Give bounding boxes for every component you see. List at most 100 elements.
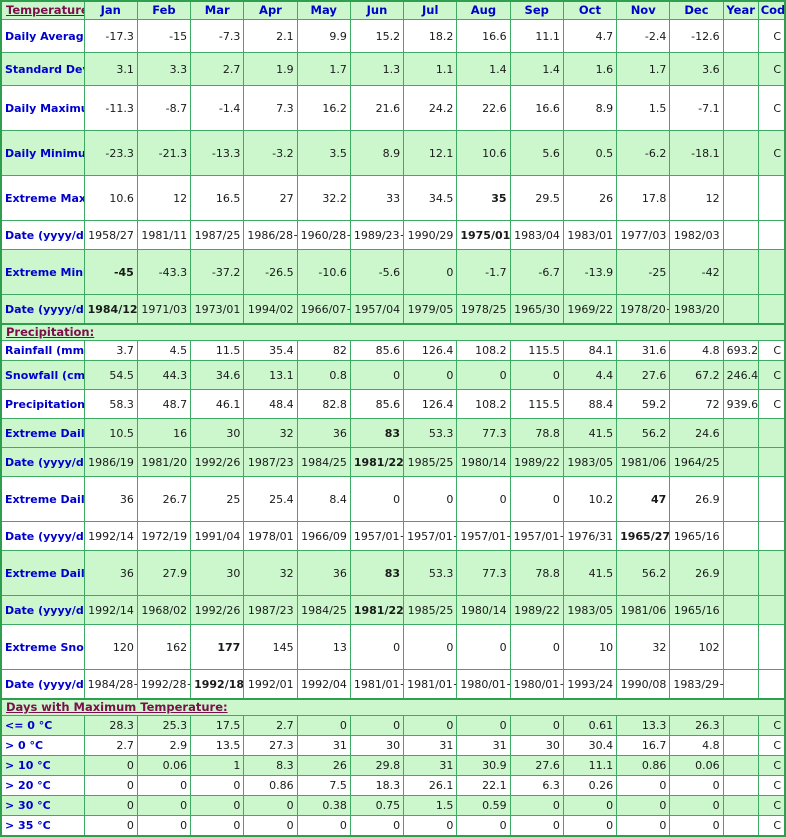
cell-extreme-daily-rainfall-nov: 56.2 bbox=[616, 418, 671, 448]
cell-days-gt-30-year bbox=[722, 795, 759, 816]
cell-extreme-daily-snowfall-date-jul: 1957/01+ bbox=[403, 521, 458, 551]
cell-extreme-maximum-jun: 33 bbox=[349, 175, 405, 221]
cell-days-gt-35-code: C bbox=[757, 815, 786, 837]
cell-extreme-snow-depth-dec: 102 bbox=[669, 624, 724, 670]
cell-days-le-0-feb: 25.3 bbox=[136, 715, 192, 736]
cell-extreme-daily-precipitation-sep: 78.8 bbox=[509, 550, 564, 596]
column-header-jan: Jan bbox=[83, 0, 138, 20]
cell-days-gt-10-aug: 30.9 bbox=[456, 755, 511, 776]
cell-extreme-snow-depth-date-year bbox=[722, 669, 759, 700]
cell-precipitation-total-jan: 58.3 bbox=[83, 389, 138, 419]
cell-standard-deviation-year bbox=[722, 52, 759, 86]
cell-extreme-daily-snowfall-date-apr: 1978/01 bbox=[243, 521, 298, 551]
cell-extreme-snow-depth-jun: 0 bbox=[349, 624, 405, 670]
cell-standard-deviation-may: 1.7 bbox=[296, 52, 351, 86]
cell-days-gt-30-nov: 0 bbox=[616, 795, 671, 816]
section-days-with-maximum-temperature: Days with Maximum Temperature: bbox=[0, 698, 786, 716]
cell-extreme-snow-depth-date-jun: 1981/01+ bbox=[349, 669, 405, 700]
cell-days-gt-20-jan: 0 bbox=[83, 775, 138, 796]
cell-daily-maximum-oct: 8.9 bbox=[562, 85, 618, 131]
cell-extreme-maximum-date-jul: 1990/29 bbox=[403, 220, 458, 250]
cell-rainfall-jun: 85.6 bbox=[349, 340, 405, 361]
cell-extreme-maximum-may: 32.2 bbox=[296, 175, 351, 221]
cell-extreme-minimum-date-feb: 1971/03 bbox=[136, 294, 192, 325]
column-header-sep: Sep bbox=[509, 0, 564, 20]
cell-extreme-daily-snowfall-aug: 0 bbox=[456, 476, 511, 522]
cell-days-gt-0-aug: 31 bbox=[456, 735, 511, 756]
column-header-mar: Mar bbox=[190, 0, 245, 20]
cell-daily-minimum-jan: -23.3 bbox=[83, 130, 138, 176]
cell-extreme-daily-precipitation-date-may: 1984/25 bbox=[296, 595, 351, 625]
cell-extreme-daily-snowfall-nov: 47 bbox=[616, 476, 671, 522]
cell-extreme-maximum-date-jun: 1989/23+ bbox=[349, 220, 405, 250]
cell-extreme-daily-rainfall-sep: 78.8 bbox=[509, 418, 564, 448]
cell-days-gt-35-aug: 0 bbox=[456, 815, 511, 837]
cell-extreme-snow-depth-jul: 0 bbox=[403, 624, 458, 670]
cell-days-gt-20-aug: 22.1 bbox=[456, 775, 511, 796]
cell-days-gt-20-jul: 26.1 bbox=[403, 775, 458, 796]
cell-days-gt-30-aug: 0.59 bbox=[456, 795, 511, 816]
cell-extreme-minimum-date-may: 1966/07+ bbox=[296, 294, 351, 325]
cell-extreme-daily-rainfall-date-sep: 1989/22 bbox=[509, 447, 564, 477]
cell-snowfall-aug: 0 bbox=[456, 360, 511, 390]
cell-daily-average-jul: 18.2 bbox=[403, 19, 458, 53]
cell-extreme-snow-depth-mar: 177 bbox=[190, 624, 245, 670]
column-header-feb: Feb bbox=[136, 0, 192, 20]
cell-days-le-0-apr: 2.7 bbox=[243, 715, 298, 736]
table-row: > 20 °C 0 0 0 0.86 7.5 18.3 26.1 22.1 6.3 0.26 0 0 C bbox=[0, 775, 786, 796]
cell-extreme-daily-snowfall-date-oct: 1976/31 bbox=[562, 521, 618, 551]
cell-rainfall-aug: 108.2 bbox=[456, 340, 511, 361]
cell-days-gt-20-jun: 18.3 bbox=[349, 775, 405, 796]
cell-extreme-daily-rainfall-jul: 53.3 bbox=[403, 418, 458, 448]
cell-extreme-daily-precipitation-feb: 27.9 bbox=[136, 550, 192, 596]
table-row: Daily Minimum (°C)-23.3-21.3-13.3-3.23.5… bbox=[0, 130, 786, 176]
row-label-extreme-minimum: Extreme Minimum (°C) bbox=[0, 249, 85, 295]
cell-extreme-minimum-date-oct: 1969/22 bbox=[562, 294, 618, 325]
cell-extreme-daily-precipitation-dec: 26.9 bbox=[669, 550, 724, 596]
cell-precipitation-total-mar: 46.1 bbox=[190, 389, 245, 419]
cell-days-gt-0-dec: 4.8 bbox=[669, 735, 724, 756]
row-label-extreme-snow-depth: Extreme Snow Depth (cm) bbox=[0, 624, 85, 670]
cell-extreme-snow-depth-year bbox=[722, 624, 759, 670]
cell-days-gt-0-jun: 30 bbox=[349, 735, 405, 756]
table-row: Date (yyyy/dd)1984/121971/031973/011994/… bbox=[0, 294, 786, 325]
cell-extreme-maximum-year bbox=[722, 175, 759, 221]
cell-days-gt-35-feb: 0 bbox=[136, 815, 192, 837]
cell-extreme-snow-depth-date-jul: 1981/01+ bbox=[403, 669, 458, 700]
cell-extreme-snow-depth-apr: 145 bbox=[243, 624, 298, 670]
cell-days-gt-20-oct: 0.26 bbox=[562, 775, 618, 796]
cell-daily-average-dec: -12.6 bbox=[669, 19, 724, 53]
cell-extreme-snow-depth-date-feb: 1992/28+ bbox=[136, 669, 192, 700]
cell-days-gt-30-may: 0.38 bbox=[296, 795, 351, 816]
cell-snowfall-sep: 0 bbox=[509, 360, 564, 390]
cell-snowfall-feb: 44.3 bbox=[136, 360, 192, 390]
cell-extreme-daily-precipitation-nov: 56.2 bbox=[616, 550, 671, 596]
cell-days-gt-10-mar: 1 bbox=[190, 755, 245, 776]
cell-days-le-0-jun: 0 bbox=[349, 715, 405, 736]
cell-extreme-snow-depth-date-may: 1992/04 bbox=[296, 669, 351, 700]
cell-extreme-snow-depth-aug: 0 bbox=[456, 624, 511, 670]
column-header-code: Code bbox=[757, 0, 786, 20]
cell-extreme-daily-snowfall-date-jan: 1992/14 bbox=[83, 521, 138, 551]
cell-days-gt-10-jul: 31 bbox=[403, 755, 458, 776]
row-label-extreme-daily-precipitation: Extreme Daily Precipitation (mm) bbox=[0, 550, 85, 596]
row-label-days-gt-10: > 10 °C bbox=[0, 755, 85, 776]
cell-daily-maximum-nov: 1.5 bbox=[616, 85, 671, 131]
cell-days-gt-20-dec: 0 bbox=[669, 775, 724, 796]
cell-extreme-minimum-year bbox=[722, 249, 759, 295]
cell-extreme-minimum-code bbox=[757, 249, 786, 295]
cell-extreme-maximum-sep: 29.5 bbox=[509, 175, 564, 221]
cell-days-gt-35-may: 0 bbox=[296, 815, 351, 837]
cell-daily-minimum-sep: 5.6 bbox=[509, 130, 564, 176]
cell-precipitation-total-year: 939.6 bbox=[722, 389, 759, 419]
cell-precipitation-total-oct: 88.4 bbox=[562, 389, 618, 419]
cell-daily-maximum-jun: 21.6 bbox=[349, 85, 405, 131]
cell-standard-deviation-jan: 3.1 bbox=[83, 52, 138, 86]
table-row: Date (yyyy/dd)1986/191981/201992/261987/… bbox=[0, 447, 786, 477]
section-header-temperature: Temperature: bbox=[0, 0, 85, 20]
cell-days-le-0-jan: 28.3 bbox=[83, 715, 138, 736]
cell-extreme-daily-precipitation-date-jan: 1992/14 bbox=[83, 595, 138, 625]
cell-days-gt-20-code: C bbox=[757, 775, 786, 796]
cell-standard-deviation-jun: 1.3 bbox=[349, 52, 405, 86]
cell-days-le-0-oct: 0.61 bbox=[562, 715, 618, 736]
